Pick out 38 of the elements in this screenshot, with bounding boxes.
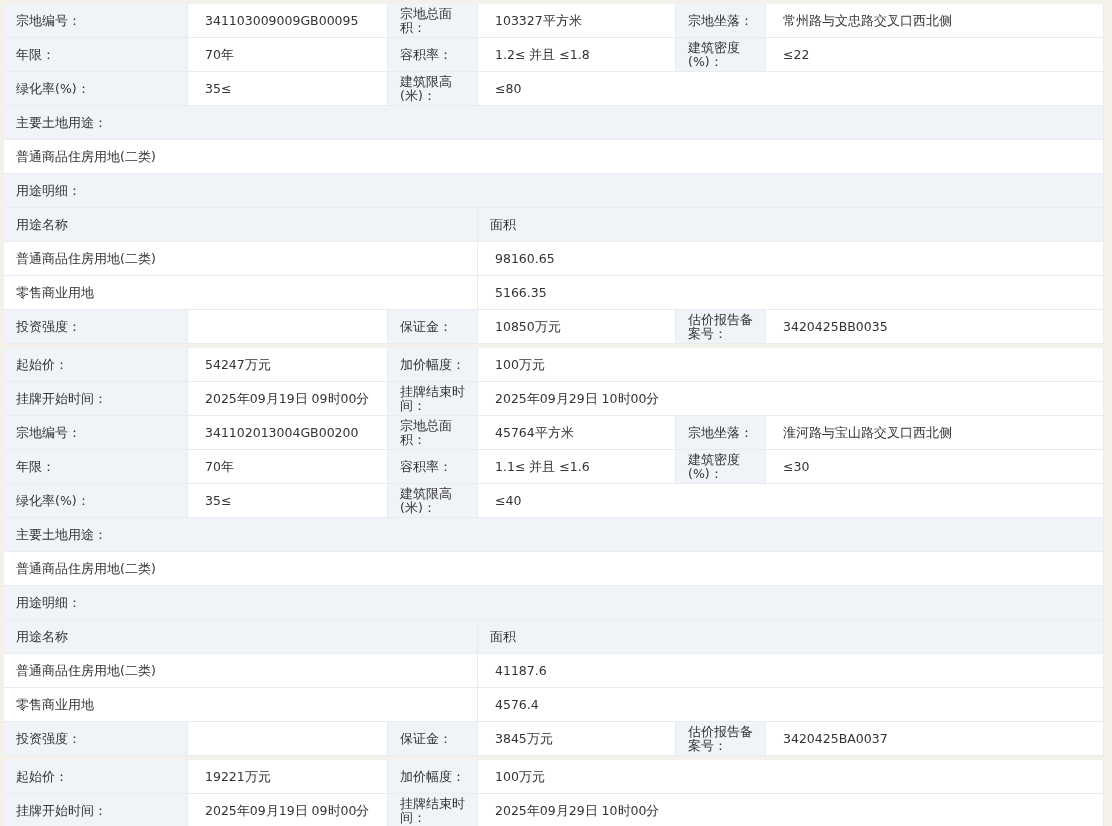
field-label: 保证金： <box>388 310 478 343</box>
field-label: 挂牌结束时间： <box>388 382 478 415</box>
field-label: 宗地坐落： <box>676 416 766 449</box>
field-label: 年限： <box>4 450 188 483</box>
field-label: 建筑限高(米)： <box>388 72 478 105</box>
field-label: 估价报告备案号： <box>676 722 766 755</box>
field-label: 年限： <box>4 38 188 71</box>
field-label: 起始价： <box>4 760 188 793</box>
column-header: 用途名称 <box>4 620 478 653</box>
field-label: 宗地编号： <box>4 416 188 449</box>
section-heading: 主要土地用途： <box>4 106 1104 139</box>
field-label: 绿化率(%)： <box>4 72 188 105</box>
field-label: 起始价： <box>4 348 188 381</box>
field-label: 宗地总面积： <box>388 4 478 37</box>
field-label: 投资强度： <box>4 310 188 343</box>
field-label: 估价报告备案号： <box>676 310 766 343</box>
field-label: 加价幅度： <box>388 348 478 381</box>
field-label: 绿化率(%)： <box>4 484 188 517</box>
field-label: 加价幅度： <box>388 760 478 793</box>
field-label: 保证金： <box>388 722 478 755</box>
column-header: 面积 <box>478 208 1104 241</box>
field-label: 宗地总面积： <box>388 416 478 449</box>
section-heading: 主要土地用途： <box>4 518 1104 551</box>
field-label: 容积率： <box>388 38 478 71</box>
field-label: 挂牌开始时间： <box>4 794 188 826</box>
field-label: 挂牌开始时间： <box>4 382 188 415</box>
section-heading: 用途明细： <box>4 174 1104 207</box>
field-label: 建筑密度(%)： <box>676 38 766 71</box>
column-header: 面积 <box>478 620 1104 653</box>
section-heading: 用途明细： <box>4 586 1104 619</box>
field-label: 宗地编号： <box>4 4 188 37</box>
field-label: 建筑密度(%)： <box>676 450 766 483</box>
field-label: 投资强度： <box>4 722 188 755</box>
field-label: 挂牌结束时间： <box>388 794 478 826</box>
field-label: 容积率： <box>388 450 478 483</box>
field-label: 宗地坐落： <box>676 4 766 37</box>
field-label: 建筑限高(米)： <box>388 484 478 517</box>
column-header: 用途名称 <box>4 208 478 241</box>
